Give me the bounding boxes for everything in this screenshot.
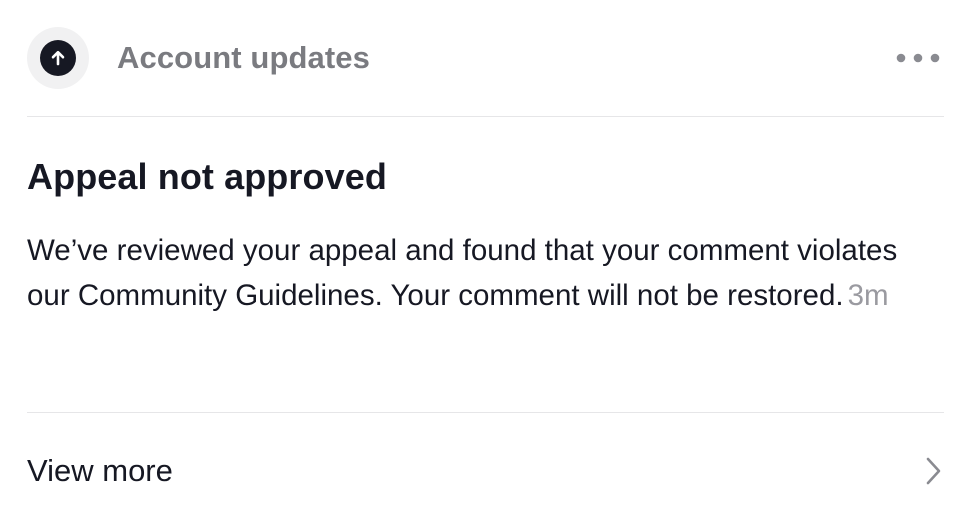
chevron-right-icon [922,455,944,487]
view-more-label: View more [27,453,173,488]
notification-header: Account updates [27,27,944,89]
notification-title: Appeal not approved [27,156,387,197]
more-horizontal-icon [896,53,940,63]
arrow-up-circle-icon [40,40,76,76]
notification-message: We’ve reviewed your appeal and found tha… [27,234,898,312]
header-title: Account updates [117,40,370,75]
notification-timestamp: 3m [847,278,889,312]
footer-divider [27,412,944,413]
notification-card: Account updates Appeal not approved We’v… [0,0,971,521]
account-updates-avatar [27,27,89,89]
view-more-row[interactable]: View more [27,438,944,504]
header-divider [27,116,944,117]
notification-body: We’ve reviewed your appeal and found tha… [27,229,927,318]
more-options-button[interactable] [892,43,944,73]
